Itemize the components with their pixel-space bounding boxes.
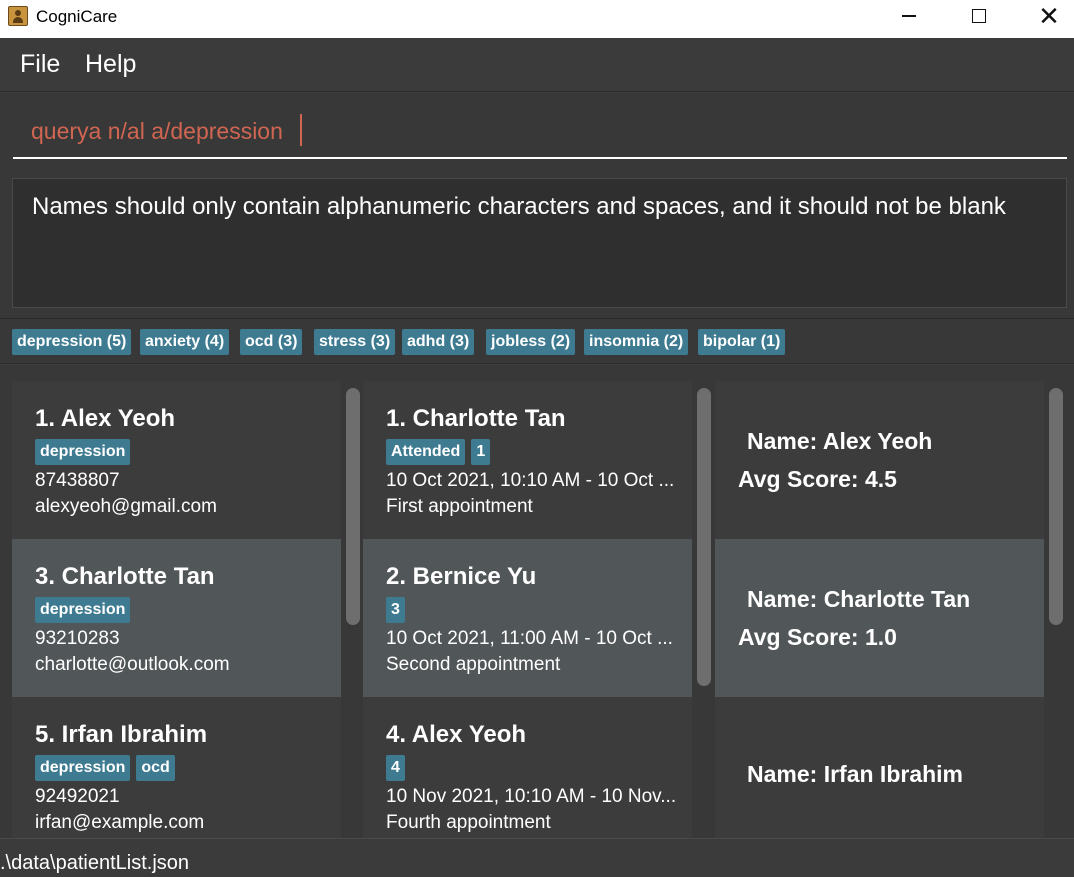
minimize-icon: [902, 15, 916, 17]
contact-book-icon: [8, 6, 28, 26]
appointment-time: 10 Nov 2021, 10:10 AM - 10 Nov...: [386, 786, 677, 807]
appointment-patient: 2. Bernice Yu: [386, 563, 537, 590]
tag-insomnia: insomnia (2): [584, 329, 689, 355]
score-patient-name: Name: Alex Yeoh: [747, 428, 933, 454]
patient-tag: depression: [35, 439, 131, 465]
maximize-button[interactable]: [944, 0, 1014, 32]
result-display-area: Names should only contain alphanumeric c…: [0, 169, 1074, 319]
avg-score: Avg Score: 4.5: [738, 466, 897, 492]
appointment-patient: 4. Alex Yeoh: [386, 721, 527, 748]
patient-phone: 87438807: [35, 470, 120, 491]
text-caret: [300, 114, 302, 146]
appointment-id-badge: 1: [471, 439, 491, 465]
patient-tag: ocd: [136, 755, 175, 781]
patient-email: irfan@example.com: [35, 812, 205, 833]
tag-anxiety: anxiety (4): [140, 329, 230, 355]
maximize-icon: [972, 9, 986, 23]
patient-phone: 92492021: [35, 786, 120, 807]
appointment-description: First appointment: [386, 496, 533, 517]
tag-bipolar: bipolar (1): [698, 329, 786, 355]
status-bar: .\data\patientList.json: [0, 838, 1074, 877]
appointment-id-badge: 3: [386, 597, 405, 623]
appointment-card[interactable]: 4. Alex Yeoh 4 10 Nov 2021, 10:10 AM - 1…: [363, 697, 692, 838]
patient-phone: 93210283: [35, 628, 120, 649]
menu-bar: File Help: [0, 38, 1074, 92]
patient-list-scrollbar[interactable]: [346, 388, 360, 625]
appointment-list[interactable]: 1. Charlotte Tan Attended 1 10 Oct 2021,…: [363, 381, 692, 838]
close-button[interactable]: ✕: [1014, 0, 1074, 32]
score-patient-name: Name: Charlotte Tan: [747, 586, 971, 612]
patient-name: 1. Alex Yeoh: [35, 405, 176, 432]
title-bar: CogniCare ✕: [0, 0, 1074, 38]
appointment-card[interactable]: 1. Charlotte Tan Attended 1 10 Oct 2021,…: [363, 381, 692, 539]
tag-jobless: jobless (2): [486, 329, 576, 355]
score-card[interactable]: Name: Irfan Ibrahim: [715, 697, 1044, 838]
tag-adhd: adhd (3): [402, 329, 475, 355]
appointment-patient: 1. Charlotte Tan: [386, 405, 566, 432]
minimize-button[interactable]: [874, 0, 944, 32]
appointment-id-badge: 4: [386, 755, 405, 781]
score-list[interactable]: Name: Alex Yeoh Avg Score: 4.5 Name: Cha…: [715, 381, 1044, 838]
patient-email: alexyeoh@gmail.com: [35, 496, 217, 517]
patient-card[interactable]: 5. Irfan Ibrahim depression ocd 92492021…: [12, 697, 341, 838]
patient-tag: depression: [35, 755, 131, 781]
tag-stress: stress (3): [314, 329, 396, 355]
avg-score: Avg Score: 1.0: [738, 624, 897, 650]
menu-file[interactable]: File: [20, 50, 60, 79]
patient-card[interactable]: 1. Alex Yeoh depression 87438807 alexyeo…: [12, 381, 341, 539]
data-file-path: .\data\patientList.json: [0, 852, 190, 874]
patient-list[interactable]: 1. Alex Yeoh depression 87438807 alexyeo…: [12, 381, 341, 838]
result-display[interactable]: Names should only contain alphanumeric c…: [12, 178, 1067, 308]
tag-ocd: ocd (3): [240, 329, 303, 355]
result-message: Names should only contain alphanumeric c…: [32, 193, 1006, 220]
window-title: CogniCare: [36, 7, 118, 26]
command-box: [0, 93, 1074, 169]
score-list-scrollbar[interactable]: [1049, 388, 1063, 625]
appointment-description: Second appointment: [386, 654, 561, 675]
list-panels: 1. Alex Yeoh depression 87438807 alexyeo…: [0, 365, 1074, 838]
appointment-time: 10 Oct 2021, 10:10 AM - 10 Oct ...: [386, 470, 675, 491]
close-icon: ✕: [1038, 0, 1060, 31]
patient-email: charlotte@outlook.com: [35, 654, 230, 675]
patient-name: 3. Charlotte Tan: [35, 563, 215, 590]
score-card[interactable]: Name: Alex Yeoh Avg Score: 4.5: [715, 381, 1044, 539]
tag-depression: depression (5): [12, 329, 132, 355]
patient-name: 5. Irfan Ibrahim: [35, 721, 208, 748]
patient-tag: depression: [35, 597, 131, 623]
tag-summary-bar: depression (5) anxiety (4) ocd (3) stres…: [0, 318, 1074, 364]
score-patient-name: Name: Irfan Ibrahim: [747, 761, 963, 787]
appointment-card[interactable]: 2. Bernice Yu 3 10 Oct 2021, 11:00 AM - …: [363, 539, 692, 697]
score-card[interactable]: Name: Charlotte Tan Avg Score: 1.0: [715, 539, 1044, 697]
appointment-list-scrollbar[interactable]: [697, 388, 711, 686]
attended-badge: Attended: [386, 439, 466, 465]
appointment-description: Fourth appointment: [386, 812, 551, 833]
menu-help[interactable]: Help: [85, 50, 136, 79]
appointment-time: 10 Oct 2021, 11:00 AM - 10 Oct ...: [386, 628, 673, 649]
patient-card[interactable]: 3. Charlotte Tan depression 93210283 cha…: [12, 539, 341, 697]
command-input[interactable]: [13, 105, 1067, 159]
